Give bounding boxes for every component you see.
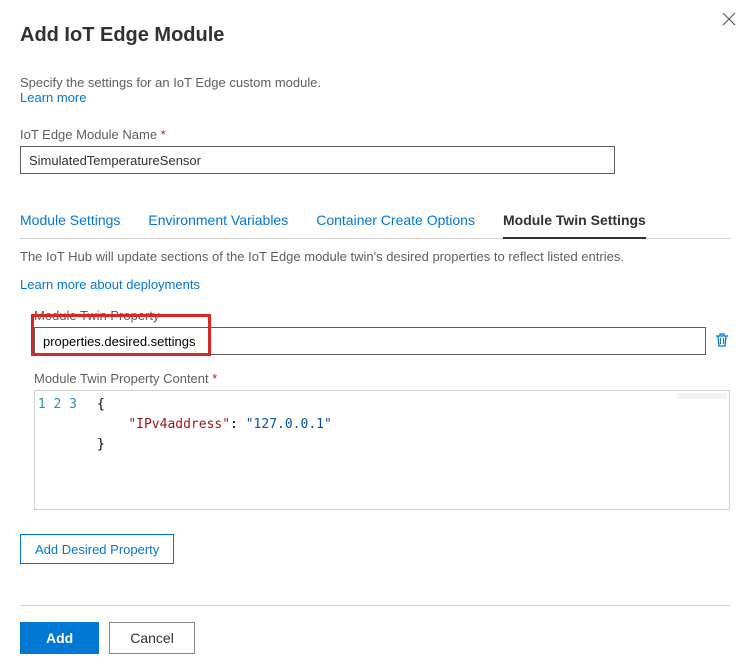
code-gutter: 1 2 3 xyxy=(35,391,83,509)
module-name-label: IoT Edge Module Name xyxy=(20,127,730,142)
twin-content-editor[interactable]: 1 2 3 { "IPv4address": "127.0.0.1" } xyxy=(34,390,730,510)
trash-icon xyxy=(714,332,730,348)
add-button[interactable]: Add xyxy=(20,622,99,654)
learn-more-link[interactable]: Learn more xyxy=(20,90,730,105)
code-content: { "IPv4address": "127.0.0.1" } xyxy=(83,391,729,509)
twin-content-label: Module Twin Property Content xyxy=(34,371,730,386)
tab-environment-variables[interactable]: Environment Variables xyxy=(148,204,288,238)
close-icon xyxy=(722,12,736,26)
tab-module-twin-settings[interactable]: Module Twin Settings xyxy=(503,204,646,238)
tab-module-settings[interactable]: Module Settings xyxy=(20,204,120,238)
code-minimap xyxy=(677,393,727,399)
footer: Add Cancel xyxy=(20,605,730,670)
page-subtitle: Specify the settings for an IoT Edge cus… xyxy=(20,75,730,90)
close-button[interactable] xyxy=(722,12,736,29)
twin-property-input[interactable] xyxy=(34,327,706,355)
learn-deployments-link[interactable]: Learn more about deployments xyxy=(20,277,730,292)
module-name-input[interactable] xyxy=(20,146,615,174)
twin-description: The IoT Hub will update sections of the … xyxy=(20,249,730,264)
page-title: Add IoT Edge Module xyxy=(20,24,730,47)
tab-container-create-options[interactable]: Container Create Options xyxy=(316,204,475,238)
add-desired-property-button[interactable]: Add Desired Property xyxy=(20,534,174,564)
tab-bar: Module Settings Environment Variables Co… xyxy=(20,204,730,239)
twin-property-label: Module Twin Property xyxy=(34,308,730,323)
cancel-button[interactable]: Cancel xyxy=(109,622,195,654)
delete-property-button[interactable] xyxy=(714,332,730,351)
